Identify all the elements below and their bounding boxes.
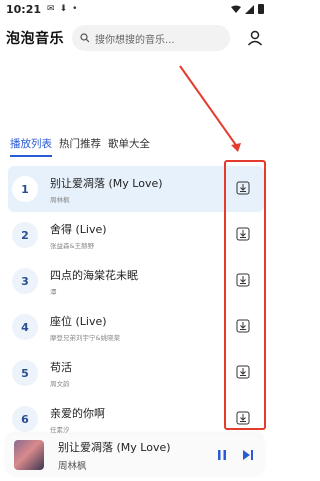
song-artist: 潭 [50,287,57,296]
status-time: 10:21 [6,2,42,16]
song-rank: 6 [12,406,38,432]
song-title: 四点的海棠花未眠 [50,268,138,282]
player-song-title: 别让爱凋落 (My Love) [58,440,171,454]
status-bar: 10:21 ✉ ⬇ • [0,0,270,18]
header: 泡泡音乐 搜你想搜的音乐... [0,20,270,56]
song-artist: 任素汐 [50,425,70,434]
song-artist: 摩登兄弟刘宇宁&姚晓棠 [50,333,121,342]
song-title: 座位 (Live) [50,314,107,328]
song-title: 别让爱凋落 (My Love) [50,176,163,190]
app-title: 泡泡音乐 [6,31,64,47]
tab-songlists[interactable]: 歌单大全 [108,136,150,157]
song-artist: 周文韵 [50,379,70,388]
search-icon [80,33,90,43]
pause-icon[interactable] [216,449,228,461]
search-input[interactable]: 搜你想搜的音乐... [72,25,230,51]
wifi-icon [231,5,241,13]
song-rank: 3 [12,268,38,294]
dot-icon: • [72,4,78,14]
signal-icon [245,4,254,14]
user-icon[interactable] [246,29,264,47]
album-cover [14,440,44,470]
song-rank: 5 [12,360,38,386]
download-status-icon: ⬇ [59,4,68,14]
tab-bar: 播放列表 热门推荐 歌单大全 [10,136,150,157]
song-artist: 周林枫 [50,195,70,204]
tab-playlist[interactable]: 播放列表 [10,136,52,157]
song-title: 亲爱的你啊 [50,406,105,420]
song-artist: 张益森&王赫野 [50,241,95,250]
song-title: 苟活 [50,360,72,374]
next-icon[interactable] [242,449,254,461]
battery-icon [258,4,264,14]
song-rank: 1 [12,176,38,202]
mini-player[interactable]: 别让爱凋落 (My Love) 周林枫 [6,434,264,476]
song-rank: 4 [12,314,38,340]
player-artist: 周林枫 [58,460,87,472]
song-rank: 2 [12,222,38,248]
annotation-box [224,160,266,430]
mail-icon: ✉ [47,4,55,14]
search-placeholder: 搜你想搜的音乐... [95,34,175,46]
status-icons [231,4,264,14]
song-title: 舍得 (Live) [50,222,107,236]
tab-hot[interactable]: 热门推荐 [59,136,101,157]
